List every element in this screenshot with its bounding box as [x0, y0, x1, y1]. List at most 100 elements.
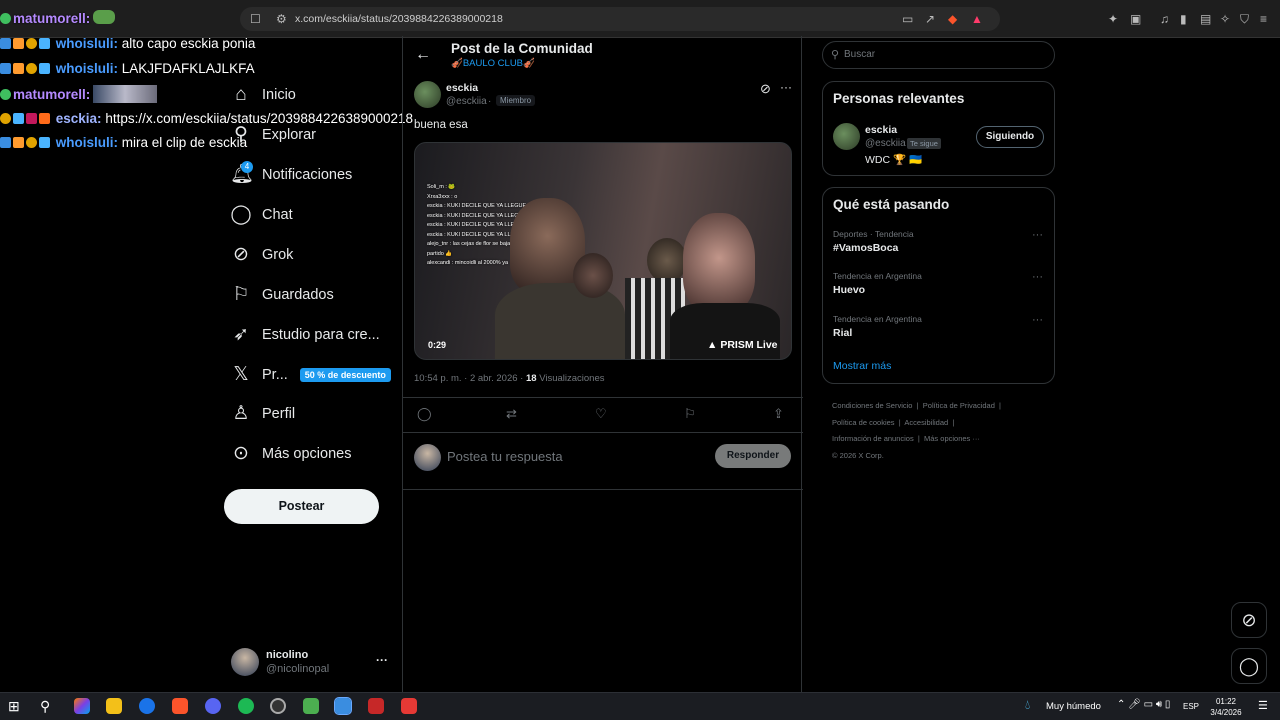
person-name[interactable]: esckia [865, 124, 897, 136]
nav-item-notificaciones[interactable]: 🔔︎ 4 Notificaciones [230, 158, 352, 192]
app-icon[interactable] [303, 698, 319, 714]
browser-toolbar: ☐ ⚙ x.com/esckiia/status/203988422638900… [0, 0, 1280, 38]
chat-user: whoisluli: [55, 135, 119, 150]
chat-user: whoisluli: [55, 36, 119, 51]
brave-shield-icon[interactable]: ◆ [948, 13, 957, 25]
person-handle[interactable]: @esckiia [865, 138, 906, 149]
grok-icon: ⊘ [1241, 610, 1257, 630]
avatar[interactable] [833, 123, 860, 150]
vpn-icon[interactable]: ⛉ [1240, 13, 1249, 25]
nav-item-perfil[interactable]: ♙ Perfil [230, 397, 295, 431]
grok-float-button[interactable]: ⊘ [1231, 602, 1267, 638]
grok-icon[interactable]: ⊘ [760, 81, 771, 97]
person-figure [495, 283, 625, 359]
video-player[interactable]: Soli_m : 🐸 Xrxa3xxx : o esckia : KUKI DE… [414, 142, 792, 360]
member-badge: Miembro [496, 95, 536, 106]
language-indicator[interactable]: ESP [1183, 702, 1199, 711]
more-icon[interactable]: ··· [780, 80, 792, 94]
file-explorer-icon[interactable] [106, 698, 122, 714]
windows-start-icon[interactable]: ⊞ [8, 698, 24, 714]
site-info-icon[interactable]: ⚙ [276, 13, 287, 25]
chat-user: matumorell: [13, 11, 91, 26]
reply-icon[interactable]: ◯ [417, 406, 432, 422]
card-title: Qué está pasando [833, 197, 950, 212]
author-name[interactable]: esckia [446, 82, 478, 94]
share-icon[interactable]: ⇪ [773, 406, 784, 422]
trend-name[interactable]: Huevo [833, 284, 865, 296]
discord-icon[interactable] [205, 698, 221, 714]
chat-float-button[interactable]: ◯ [1231, 648, 1267, 684]
app-icon[interactable] [334, 697, 352, 715]
nav-label: Perfil [262, 406, 296, 422]
url-text[interactable]: x.com/esckiia/status/2039884226389000218 [295, 13, 503, 25]
chat-message: mira el clip de esckia [121, 135, 248, 150]
sidebar-icon[interactable]: ▮ [1180, 13, 1187, 25]
nav-item-grok[interactable]: ⊘ Grok [230, 238, 293, 272]
community-link[interactable]: 🎻BAULO CLUB🎻 [451, 58, 535, 69]
clock-time: 01:22 [1215, 697, 1237, 706]
tray-icons[interactable]: ⌃ 🎤︎ ▭ 🔊︎ ▯ [1117, 699, 1170, 710]
account-switcher[interactable]: nicolino @nicolinopal ··· [231, 648, 391, 678]
search-input[interactable]: ⚲ Buscar [822, 41, 1055, 69]
weather-text[interactable]: Muy húmedo [1046, 701, 1101, 712]
more-icon[interactable]: ··· [1032, 271, 1043, 283]
footer-link[interactable]: Información de anuncios [832, 434, 914, 443]
nav-item-explorar[interactable]: ⚲ Explorar [230, 118, 316, 152]
wallet-icon[interactable]: ▤ [1200, 13, 1211, 25]
footer-link[interactable]: Accesibilidad [904, 418, 948, 427]
watermark-text: PRISM Live [720, 339, 778, 351]
trend-name[interactable]: Rial [833, 327, 852, 339]
cast-icon[interactable]: ▭ [902, 13, 913, 25]
obs-icon[interactable] [270, 698, 286, 714]
person-figure [670, 303, 780, 359]
nav-item-guardados[interactable]: ⚐ Guardados [230, 278, 333, 312]
more-icon[interactable]: ··· [1032, 229, 1043, 241]
reply-input[interactable]: Postea tu respuesta [447, 449, 563, 464]
nav-item-premium[interactable]: 𝕏 Pr... 50 % de descuento [230, 358, 391, 392]
notifications-icon[interactable]: ☰ [1258, 699, 1268, 712]
tab-icon[interactable]: ▣ [1130, 13, 1141, 25]
footer-link[interactable]: Política de cookies [832, 418, 895, 427]
like-icon[interactable]: ♡ [595, 406, 607, 422]
trend-name[interactable]: #VamosBoca [833, 242, 898, 254]
following-button[interactable]: Siguiendo [976, 126, 1044, 148]
nav-item-chat[interactable]: ◯ Chat [230, 198, 292, 232]
bookmark-icon[interactable]: ☐ [250, 13, 261, 25]
author-handle[interactable]: @esckiia [446, 96, 487, 107]
post-button[interactable]: Postear [224, 489, 379, 524]
app-icon[interactable] [401, 698, 417, 714]
spotify-icon[interactable] [238, 698, 254, 714]
edge-icon[interactable] [139, 698, 155, 714]
menu-icon[interactable]: ≡ [1260, 13, 1267, 25]
app-icon[interactable] [368, 698, 384, 714]
share-icon[interactable]: ↗ [925, 13, 935, 25]
bookmark-icon[interactable]: ⚐ [684, 406, 696, 422]
grok-icon: ⊘ [233, 244, 249, 265]
extensions-icon[interactable]: ✦ [1108, 13, 1118, 25]
nav-item-mas-opciones[interactable]: ⊙ Más opciones [230, 437, 351, 471]
repost-icon[interactable]: ⇄ [506, 406, 517, 422]
brave-rewards-icon[interactable]: ▲ [971, 13, 983, 25]
footer-link[interactable]: Condiciones de Servicio [832, 401, 912, 410]
brave-icon[interactable] [172, 698, 188, 714]
footer-link[interactable]: Política de Privacidad [923, 401, 995, 410]
nav-item-estudio[interactable]: ➶ Estudio para cre... [230, 318, 380, 352]
x-logo-icon: 𝕏 [233, 364, 249, 385]
page-title: Post de la Comunidad [451, 41, 593, 56]
footer-link[interactable]: Más opciones ··· [924, 434, 980, 443]
nav-label: Más opciones [262, 446, 352, 462]
more-icon[interactable]: ··· [1032, 314, 1043, 326]
reply-button[interactable]: Responder [715, 444, 791, 468]
nav-item-inicio[interactable]: ⌂ Inicio [230, 78, 296, 112]
search-icon: ⚲ [831, 49, 840, 61]
author-avatar[interactable] [414, 81, 441, 108]
more-icon[interactable]: ··· [376, 653, 388, 667]
video-duration: 0:29 [428, 340, 447, 350]
search-icon[interactable]: ⚲ [40, 698, 56, 714]
copilot-icon[interactable] [74, 698, 90, 714]
back-arrow-icon[interactable]: ← [415, 46, 431, 64]
show-more-link[interactable]: Mostrar más [833, 360, 891, 372]
ai-icon[interactable]: ✧ [1220, 13, 1230, 25]
music-icon[interactable]: ♫ [1160, 13, 1169, 25]
clock[interactable]: 01:22 3/4/2026 [1208, 696, 1244, 718]
